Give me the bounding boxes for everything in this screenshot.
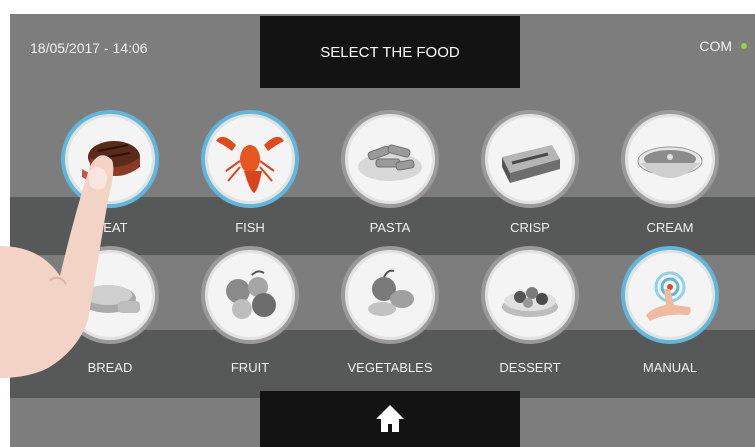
food-label: PASTA bbox=[369, 220, 411, 235]
page-title: SELECT THE FOOD bbox=[260, 16, 520, 88]
touch-hand-icon bbox=[621, 246, 719, 344]
connection-status-label: COM bbox=[699, 38, 732, 54]
food-label: BREAD bbox=[87, 360, 133, 375]
food-label: FRUIT bbox=[230, 360, 270, 375]
home-button[interactable] bbox=[260, 391, 520, 447]
meat-icon bbox=[61, 110, 159, 208]
touch-screen: 18/05/2017 - 14:06 SELECT THE FOOD COM M… bbox=[10, 14, 755, 447]
food-label: DESSERT bbox=[499, 360, 561, 375]
connection-status: COM bbox=[699, 38, 747, 54]
bread-icon bbox=[61, 246, 159, 344]
home-icon bbox=[376, 405, 404, 432]
lobster-icon bbox=[201, 110, 299, 208]
food-label: FISH bbox=[235, 220, 265, 235]
vegetables-icon bbox=[341, 246, 439, 344]
pasta-icon bbox=[341, 110, 439, 208]
tart-icon bbox=[481, 246, 579, 344]
food-label: MANUAL bbox=[642, 360, 698, 375]
datetime-display: 18/05/2017 - 14:06 bbox=[30, 40, 148, 56]
status-led-icon bbox=[741, 43, 747, 49]
food-label: VEGETABLES bbox=[347, 360, 433, 375]
food-label: CREAM bbox=[646, 220, 694, 235]
food-label: CRISP bbox=[510, 220, 550, 235]
lasagna-icon bbox=[481, 110, 579, 208]
food-label: MEAT bbox=[92, 220, 128, 235]
soup-bowl-icon bbox=[621, 110, 719, 208]
fruit-icon bbox=[201, 246, 299, 344]
